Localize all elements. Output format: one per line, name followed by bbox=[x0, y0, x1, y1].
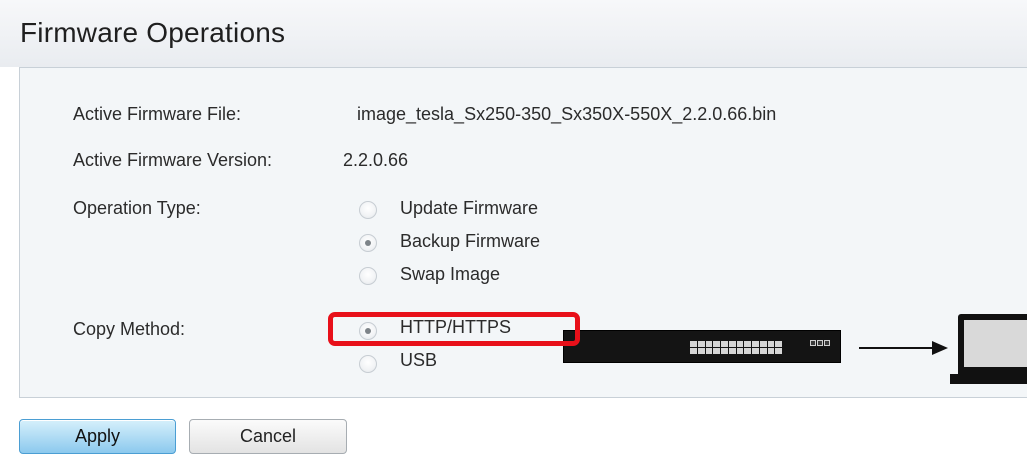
backup-firmware-label[interactable]: Backup Firmware bbox=[400, 231, 540, 252]
page-title: Firmware Operations bbox=[20, 17, 286, 48]
apply-button[interactable]: Apply bbox=[19, 419, 176, 454]
active-firmware-version-label: Active Firmware Version: bbox=[73, 150, 273, 170]
copy-method-label: Copy Method: bbox=[73, 319, 186, 339]
active-firmware-version-value: 2.2.0.66 bbox=[343, 150, 409, 170]
operation-type-label: Operation Type: bbox=[73, 198, 201, 218]
http-https-highlight bbox=[328, 312, 580, 346]
page-header: Firmware Operations bbox=[0, 0, 1027, 67]
active-firmware-file-label: Active Firmware File: bbox=[73, 104, 242, 124]
active-firmware-file-value: image_tesla_Sx250-350_Sx350X-550X_2.2.0.… bbox=[357, 104, 777, 124]
usb-radio[interactable] bbox=[359, 355, 377, 373]
arrow-head-icon bbox=[932, 341, 948, 355]
cancel-button[interactable]: Cancel bbox=[189, 419, 347, 454]
arrow-right-icon bbox=[859, 347, 935, 349]
update-firmware-label[interactable]: Update Firmware bbox=[400, 198, 538, 219]
usb-label[interactable]: USB bbox=[400, 350, 437, 371]
backup-firmware-radio[interactable] bbox=[359, 234, 377, 252]
network-switch-icon bbox=[563, 330, 841, 363]
laptop-base-icon bbox=[950, 374, 1027, 384]
swap-image-label[interactable]: Swap Image bbox=[400, 264, 500, 285]
swap-image-radio[interactable] bbox=[359, 267, 377, 285]
update-firmware-radio[interactable] bbox=[359, 201, 377, 219]
laptop-icon bbox=[958, 314, 1027, 375]
